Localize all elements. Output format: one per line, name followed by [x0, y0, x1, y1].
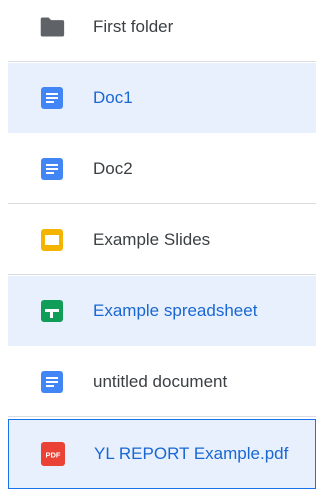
file-name: Example Slides: [93, 229, 211, 249]
file-row-doc2[interactable]: Doc2: [8, 134, 316, 204]
file-list: First folder Doc1 Doc2 Example Slides Ex…: [0, 0, 324, 500]
google-docs-icon: [39, 369, 65, 395]
file-name: YL REPORT Example.pdf: [94, 444, 289, 463]
pdf-icon: PDF: [40, 441, 66, 467]
google-sheets-icon: [39, 298, 65, 324]
google-docs-icon: [39, 156, 65, 182]
file-row-doc1[interactable]: Doc1: [8, 63, 316, 133]
file-row-example-spreadsheet[interactable]: Example spreadsheet: [8, 276, 316, 346]
file-name: Doc2: [93, 158, 133, 178]
file-row-example-slides[interactable]: Example Slides: [8, 205, 316, 275]
file-name: untitled document: [93, 371, 228, 391]
google-slides-icon: [39, 227, 65, 253]
file-row-untitled-document[interactable]: untitled document: [8, 347, 316, 417]
google-docs-icon: [39, 85, 65, 111]
file-name: Doc1: [93, 87, 133, 107]
file-name: Example spreadsheet: [93, 300, 258, 320]
svg-text:PDF: PDF: [46, 451, 61, 460]
file-row-yl-report-pdf[interactable]: PDF YL REPORT Example.pdf: [8, 419, 316, 489]
folder-icon: [39, 14, 65, 40]
file-name: First folder: [93, 16, 174, 36]
file-row-first-folder[interactable]: First folder: [8, 0, 316, 62]
